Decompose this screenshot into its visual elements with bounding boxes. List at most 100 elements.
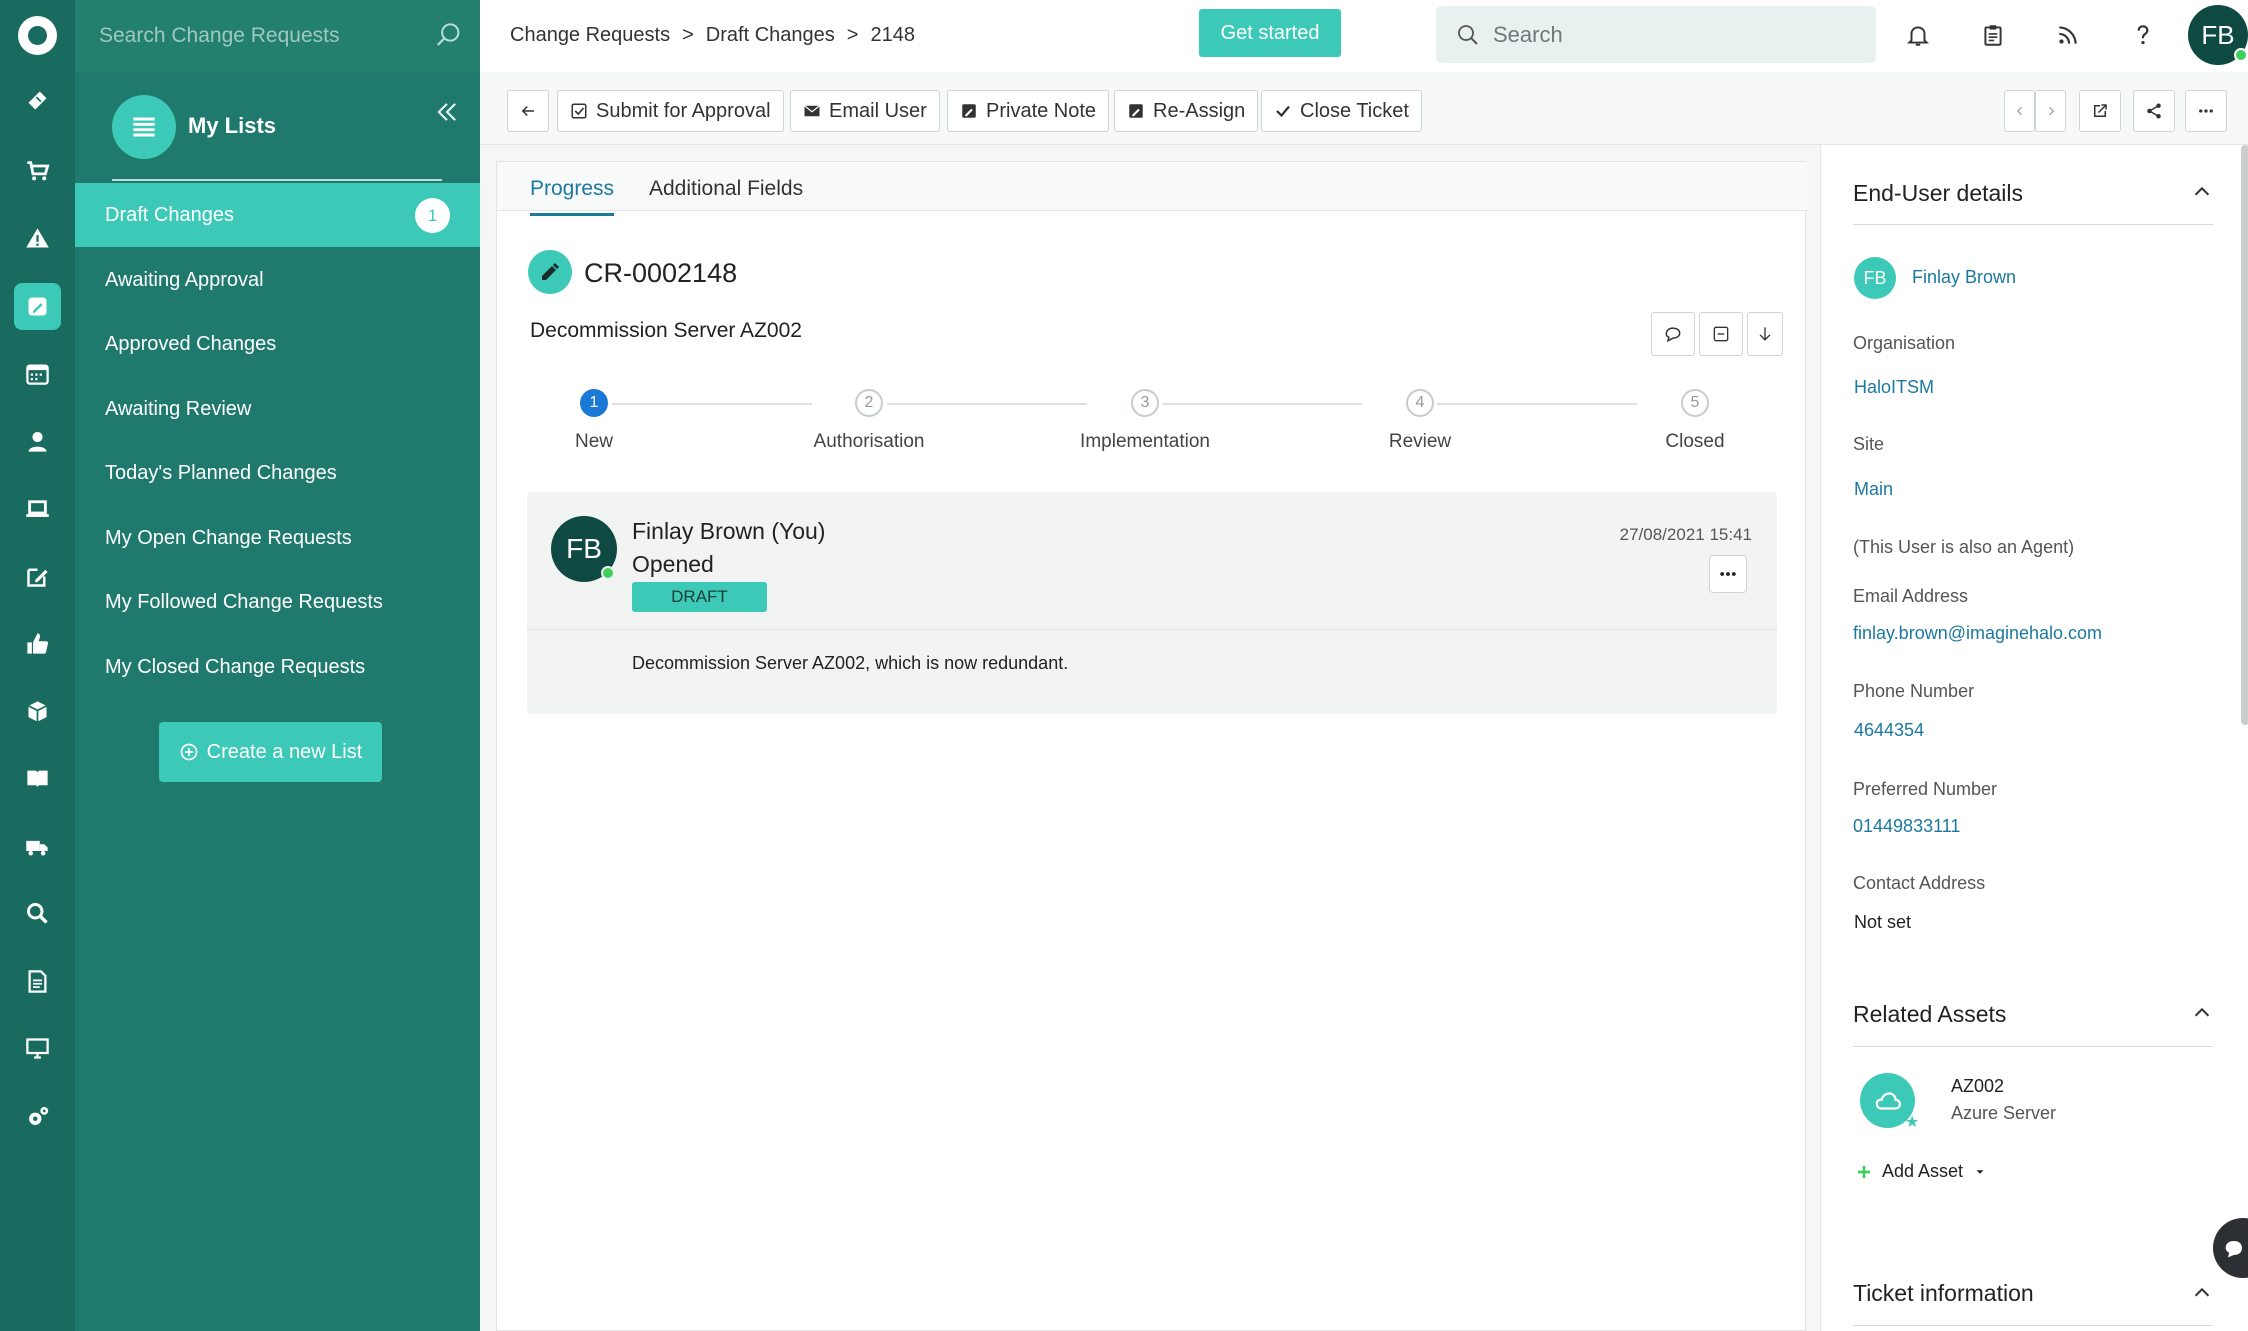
more-options-button[interactable] [2185, 90, 2227, 132]
add-asset-button[interactable]: Add Asset [1856, 1161, 1987, 1182]
share-button[interactable] [2133, 90, 2175, 132]
ticket-id: CR-0002148 [584, 258, 738, 288]
count-badge: 1 [415, 198, 450, 233]
clipboard-icon[interactable] [1978, 20, 2008, 50]
step-label-review: Review [1388, 431, 1452, 452]
divider [112, 179, 442, 181]
email-link[interactable]: finlay.brown@imaginehalo.com [1853, 623, 2102, 644]
end-user-name-link[interactable]: Finlay Brown [1912, 267, 2016, 288]
close-ticket-button[interactable]: Close Ticket [1261, 90, 1422, 132]
open-external-button[interactable] [2079, 90, 2121, 132]
collapse-button[interactable] [1699, 312, 1743, 356]
help-icon[interactable] [2128, 20, 2158, 50]
breadcrumb-draft-changes[interactable]: Draft Changes [706, 24, 835, 47]
list-item-approved-changes[interactable]: Approved Changes [75, 312, 480, 376]
chevron-up-icon[interactable] [2191, 181, 2213, 203]
list-item-draft-changes[interactable]: Draft Changes 1 [75, 183, 480, 247]
tab-additional-fields[interactable]: Additional Fields [649, 177, 803, 213]
note-icon [962, 104, 976, 118]
list-item-label: Approved Changes [105, 332, 277, 355]
lists-panel: My Lists Draft Changes 1 Awaiting Approv… [75, 0, 480, 1331]
laptop-icon[interactable] [14, 485, 61, 532]
collapse-panel-icon[interactable] [432, 98, 462, 126]
global-search-input[interactable] [1493, 20, 1853, 50]
book-icon[interactable] [14, 755, 61, 802]
calendar-icon[interactable] [14, 350, 61, 397]
step-number: 1 [580, 389, 608, 417]
breadcrumb-change-requests[interactable]: Change Requests [510, 24, 670, 47]
asset-name[interactable]: AZ002 [1951, 1076, 2004, 1097]
search-change-requests-input[interactable] [99, 20, 429, 52]
button-label: Private Note [986, 99, 1097, 122]
list-item-my-closed-change-requests[interactable]: My Closed Change Requests [75, 635, 480, 699]
alert-icon[interactable] [14, 215, 61, 262]
list-item-label: Awaiting Review [105, 397, 252, 420]
progress-track [612, 403, 812, 405]
chevron-up-icon[interactable] [2191, 1282, 2213, 1304]
create-new-list-button[interactable]: Create a new List [159, 722, 382, 782]
preferred-number-link[interactable]: 01449833111 [1853, 816, 1960, 837]
comment-button[interactable] [1651, 312, 1695, 356]
monitor-icon[interactable] [14, 1025, 61, 1072]
site-label: Site [1853, 434, 1885, 454]
halo-logo-icon[interactable] [18, 16, 57, 55]
check-square-icon [571, 103, 587, 119]
breadcrumb-separator: > [682, 24, 694, 46]
search-icon [1458, 25, 1478, 45]
list-item-my-followed-change-requests[interactable]: My Followed Change Requests [75, 570, 480, 634]
cart-icon[interactable] [14, 147, 61, 194]
chevron-up-icon[interactable] [2191, 1002, 2213, 1024]
search-icon[interactable] [434, 20, 464, 50]
bell-icon[interactable] [1903, 20, 1933, 50]
edit-icon[interactable] [14, 553, 61, 600]
scrollbar[interactable] [2241, 145, 2248, 725]
document-icon[interactable] [14, 958, 61, 1005]
action-more-button[interactable] [1709, 555, 1747, 593]
rss-icon[interactable] [2053, 20, 2083, 50]
change-ticket-icon [528, 250, 572, 294]
phone-link[interactable]: 4644354 [1854, 720, 1924, 741]
next-ticket-button[interactable] [2035, 90, 2066, 132]
action-type: Opened [632, 551, 714, 577]
back-button[interactable] [507, 90, 549, 132]
email-user-button[interactable]: Email User [790, 90, 940, 132]
list-item-awaiting-review[interactable]: Awaiting Review [75, 377, 480, 441]
packages-icon[interactable] [14, 688, 61, 735]
submit-for-approval-button[interactable]: Submit for Approval [557, 90, 784, 132]
truck-icon[interactable] [14, 823, 61, 870]
arrow-left-icon [521, 105, 534, 117]
changes-icon[interactable] [14, 283, 61, 330]
progress-track [1162, 403, 1362, 405]
tab-progress[interactable]: Progress [530, 177, 615, 216]
breadcrumb-ticket-number: 2148 [870, 24, 915, 46]
icon-rail [0, 0, 75, 1331]
step-number: 5 [1681, 389, 1709, 417]
get-started-button[interactable]: Get started [1199, 9, 1341, 57]
plus-circle-icon [180, 743, 198, 761]
re-assign-button[interactable]: Re-Assign [1114, 90, 1259, 132]
contact-address-label: Contact Address [1853, 873, 1986, 893]
organisation-link[interactable]: HaloITSM [1854, 377, 1934, 398]
list-item-my-open-change-requests[interactable]: My Open Change Requests [75, 506, 480, 570]
asset-type: Azure Server [1951, 1103, 2057, 1123]
user-icon[interactable] [14, 418, 61, 465]
ticket-card: Progress Additional Fields CR-0002148 De… [496, 161, 1807, 1331]
search-icon[interactable] [14, 890, 61, 937]
breadcrumb-separator: > [846, 24, 859, 46]
chevron-right-icon [2048, 106, 2054, 116]
preferred-number-label: Preferred Number [1853, 779, 1998, 799]
list-item-todays-planned-changes[interactable]: Today's Planned Changes [75, 441, 480, 505]
contact-address-value: Not set [1854, 912, 1912, 932]
tickets-icon[interactable] [14, 77, 61, 124]
scroll-down-button[interactable] [1747, 312, 1783, 356]
chat-button[interactable] [2213, 1218, 2248, 1278]
thumbs-up-icon[interactable] [14, 620, 61, 667]
button-label: Re-Assign [1153, 99, 1246, 122]
progress-track [1437, 403, 1637, 405]
settings-icon[interactable] [14, 1093, 61, 1140]
site-link[interactable]: Main [1854, 479, 1893, 500]
chevron-left-icon [2016, 106, 2022, 116]
list-item-awaiting-approval[interactable]: Awaiting Approval [75, 248, 480, 312]
previous-ticket-button[interactable] [2004, 90, 2035, 132]
private-note-button[interactable]: Private Note [947, 90, 1110, 132]
